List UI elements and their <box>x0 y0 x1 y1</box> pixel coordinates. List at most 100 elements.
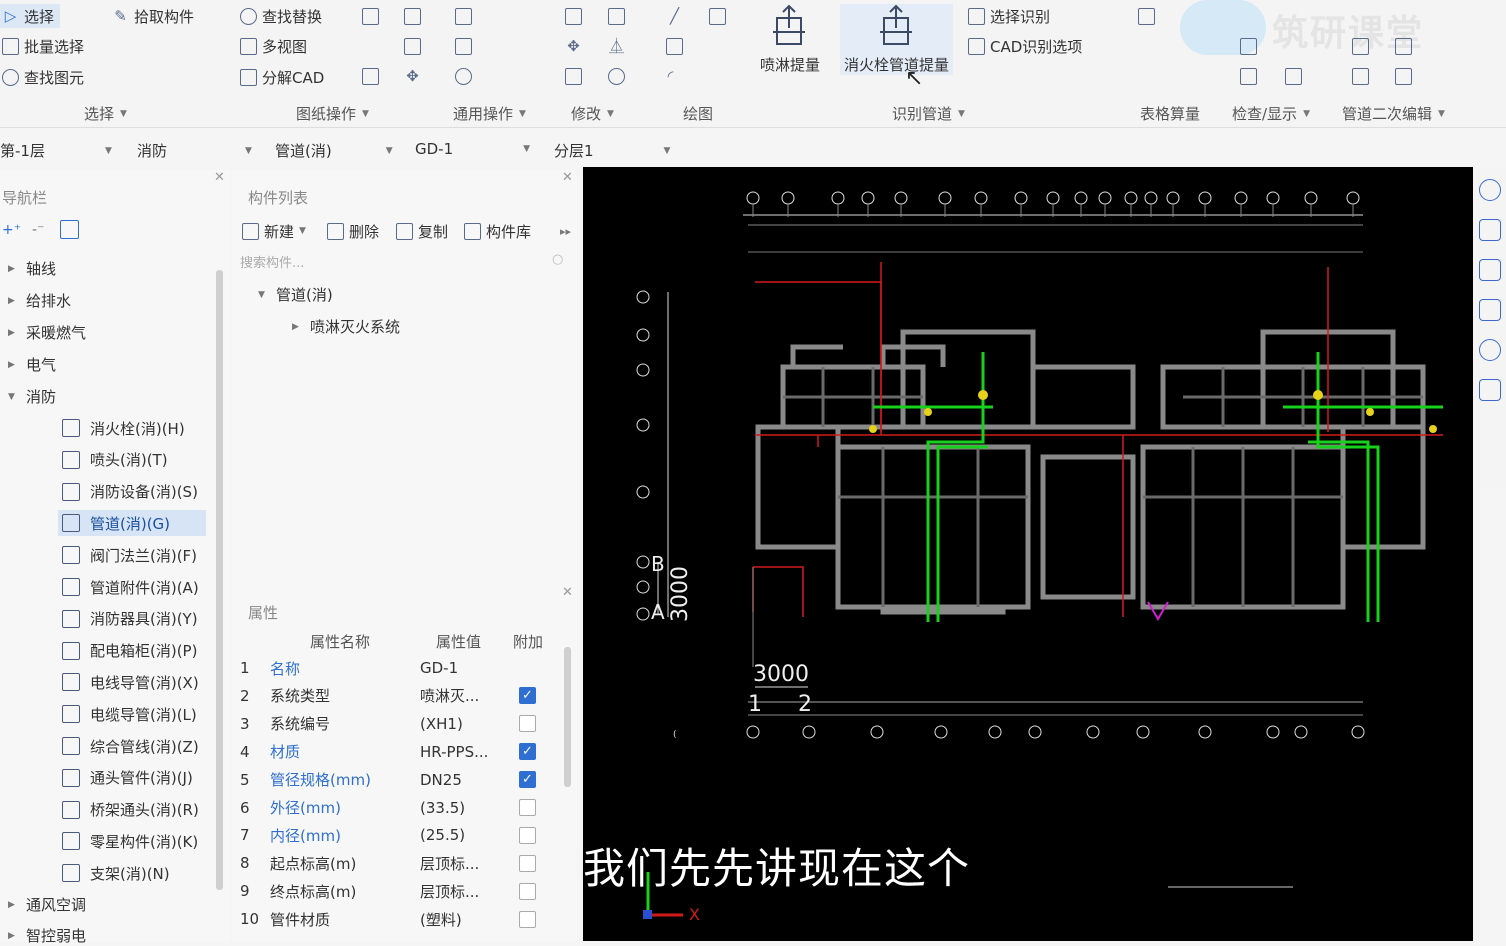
collapse-all-icon[interactable]: -⁻ <box>32 222 44 238</box>
multiview-button[interactable]: 多视图 <box>240 34 307 58</box>
move-modify-icon[interactable]: ✥ <box>565 38 582 55</box>
delete-modify-icon[interactable] <box>565 68 582 85</box>
nav-sub-item[interactable]: 桥架通头(消)(R) <box>58 797 206 823</box>
rotate-icon[interactable] <box>608 68 625 85</box>
expand-all-icon[interactable]: +⁺ <box>2 222 21 238</box>
floor-select[interactable]: 第-1层 ▼ <box>0 140 112 161</box>
nav-item[interactable]: ▶ 通风空调 <box>8 894 86 915</box>
group-label-modify[interactable]: 修改 ▼ <box>571 103 614 124</box>
property-row[interactable]: 2 系统类型 喷淋灭... ✓ <box>240 682 560 710</box>
nav-item[interactable]: ▶ 给排水 <box>8 290 71 311</box>
attach-checkbox[interactable] <box>519 854 536 872</box>
nav-sub-item[interactable]: 消火栓(消)(H) <box>58 415 206 441</box>
nav-sub-item[interactable]: 通头管件(消)(J) <box>58 765 206 791</box>
grid-display-icon[interactable] <box>1285 68 1302 85</box>
attach-checkbox[interactable] <box>519 910 536 928</box>
component-select[interactable]: GD-1 ▼ <box>415 140 530 158</box>
attach-checkbox[interactable]: ✓ <box>519 771 536 789</box>
nav-item[interactable]: ▶ 轴线 <box>8 258 56 279</box>
search-input[interactable]: 搜索构件... ○ <box>240 252 568 272</box>
more-icon[interactable]: ▸▸ <box>560 225 571 238</box>
new-component-button[interactable]: 新建 ▼ <box>242 219 306 243</box>
table-icon[interactable] <box>1138 8 1155 25</box>
property-brush-icon[interactable] <box>455 38 472 55</box>
attach-checkbox[interactable] <box>519 715 536 733</box>
display-icon[interactable] <box>1240 68 1257 85</box>
tree-child-item[interactable]: ▶ 喷淋灭火系统 <box>292 316 400 337</box>
property-row[interactable]: 8 起点标高(m) 层顶标... <box>240 849 560 877</box>
nav-sub-item[interactable]: 管道附件(消)(A) <box>58 574 206 600</box>
group-label-edit[interactable]: 管道二次编辑 ▼ <box>1342 103 1445 124</box>
view-cube-icon[interactable] <box>1479 259 1501 281</box>
nav-sub-item[interactable]: 电缆导管(消)(L) <box>58 701 206 727</box>
offset-icon[interactable] <box>565 8 582 25</box>
cloud-check-icon[interactable] <box>455 68 472 85</box>
decompose-cad-button[interactable]: 分解CAD <box>240 65 324 89</box>
view-3d-icon[interactable] <box>1479 219 1501 241</box>
component-library-button[interactable]: 构件库 <box>464 219 531 243</box>
edit-icon[interactable] <box>60 220 79 239</box>
close-icon[interactable]: ✕ <box>214 170 225 185</box>
pipe-edit-icon[interactable] <box>1352 38 1369 55</box>
nav-sub-item[interactable]: 阀门法兰(消)(F) <box>58 542 206 568</box>
nav-sub-item[interactable]: 零星构件(消)(K) <box>58 828 206 854</box>
rotate-view-icon[interactable] <box>1479 339 1501 361</box>
delete-component-button[interactable]: 删除 <box>327 219 379 243</box>
sprinkler-quantity-button[interactable]: 喷淋提量 <box>760 4 820 75</box>
copy-component-button[interactable]: 复制 <box>396 219 448 243</box>
mirror-icon[interactable]: ⏅ <box>608 38 625 55</box>
batch-select-button[interactable]: 批量选择 <box>2 34 84 58</box>
attach-checkbox[interactable] <box>519 799 536 816</box>
vertical-pipe-icon[interactable] <box>709 8 726 25</box>
nav-scrollbar[interactable] <box>216 270 223 890</box>
line-icon[interactable]: ╱ <box>666 8 683 25</box>
close-icon[interactable]: ✕ <box>562 585 573 600</box>
nav-item[interactable]: ▶ 智控弱电 <box>8 925 86 946</box>
pipe-connect-icon[interactable] <box>1395 38 1412 55</box>
pipe-riser-icon[interactable] <box>1395 68 1412 85</box>
delete-icon[interactable] <box>404 8 421 25</box>
find-element-button[interactable]: 查找图元 <box>2 65 84 89</box>
property-row[interactable]: 3 系统编号 (XH1) <box>240 710 560 738</box>
layer-icon[interactable] <box>362 68 379 85</box>
point-icon[interactable] <box>666 38 683 55</box>
select-identify-button[interactable]: 选择识别 <box>968 4 1050 28</box>
close-icon[interactable]: ✕ <box>562 170 573 185</box>
nav-item[interactable]: ▶ 采暖燃气 <box>8 322 86 343</box>
nav-item[interactable]: ▶ 电气 <box>8 354 56 375</box>
copy-icon[interactable] <box>404 38 421 55</box>
trim-icon[interactable] <box>362 8 379 25</box>
property-row[interactable]: 6 外径(mm) (33.5) <box>240 794 560 822</box>
tree-root-item[interactable]: ▼ 管道(消) <box>258 284 333 305</box>
view-list-icon[interactable] <box>1479 379 1501 401</box>
pick-component-button[interactable]: ✎ 拾取构件 <box>112 4 194 28</box>
nav-sub-item[interactable]: 管道(消)(G) <box>58 510 206 537</box>
nav-item[interactable]: ▼ 消防 <box>8 386 56 407</box>
find-replace-button[interactable]: 查找替换 <box>240 4 322 28</box>
search-icon[interactable]: ○ <box>552 252 563 267</box>
nav-sub-item[interactable]: 消防设备(消)(S) <box>58 479 206 505</box>
hydrant-pipe-quantity-button[interactable]: 消火栓管道提量 <box>840 4 954 75</box>
copy-to-floor-icon[interactable] <box>455 8 472 25</box>
select-button[interactable]: ▷ 选择 <box>0 4 61 28</box>
group-label-identify[interactable]: 识别管道 ▼ <box>892 103 965 124</box>
attach-checkbox[interactable] <box>519 882 536 900</box>
property-row[interactable]: 10 管件材质 (塑料) <box>240 905 560 933</box>
property-row[interactable]: 7 内径(mm) (25.5) <box>240 821 560 849</box>
group-label-drawing[interactable]: 图纸操作 ▼ <box>296 103 369 124</box>
view-box-icon[interactable] <box>1479 299 1501 321</box>
nav-sub-item[interactable]: 支架(消)(N) <box>58 860 206 886</box>
layer-select[interactable]: 分层1 ▼ <box>554 140 670 161</box>
cad-drawing-canvas[interactable]: ( B A 3000 3000 1 2 X <box>583 167 1473 941</box>
component-type-select[interactable]: 管道(消) ▼ <box>275 140 393 161</box>
property-row[interactable]: 9 终点标高(m) 层顶标... <box>240 877 560 905</box>
properties-scrollbar[interactable] <box>564 647 571 787</box>
nav-sub-item[interactable]: 电线导管(消)(X) <box>58 669 206 695</box>
cad-options-button[interactable]: CAD识别选项 <box>968 34 1082 58</box>
nav-sub-item[interactable]: 喷头(消)(T) <box>58 447 206 473</box>
group-label-select[interactable]: 选择 ▼ <box>84 103 127 124</box>
check-icon[interactable] <box>1240 38 1257 55</box>
discipline-select[interactable]: 消防 ▼ <box>137 140 252 161</box>
nav-sub-item[interactable]: 消防器具(消)(Y) <box>58 606 206 632</box>
property-row[interactable]: 4 材质 HR-PPS... ✓ <box>240 738 560 766</box>
